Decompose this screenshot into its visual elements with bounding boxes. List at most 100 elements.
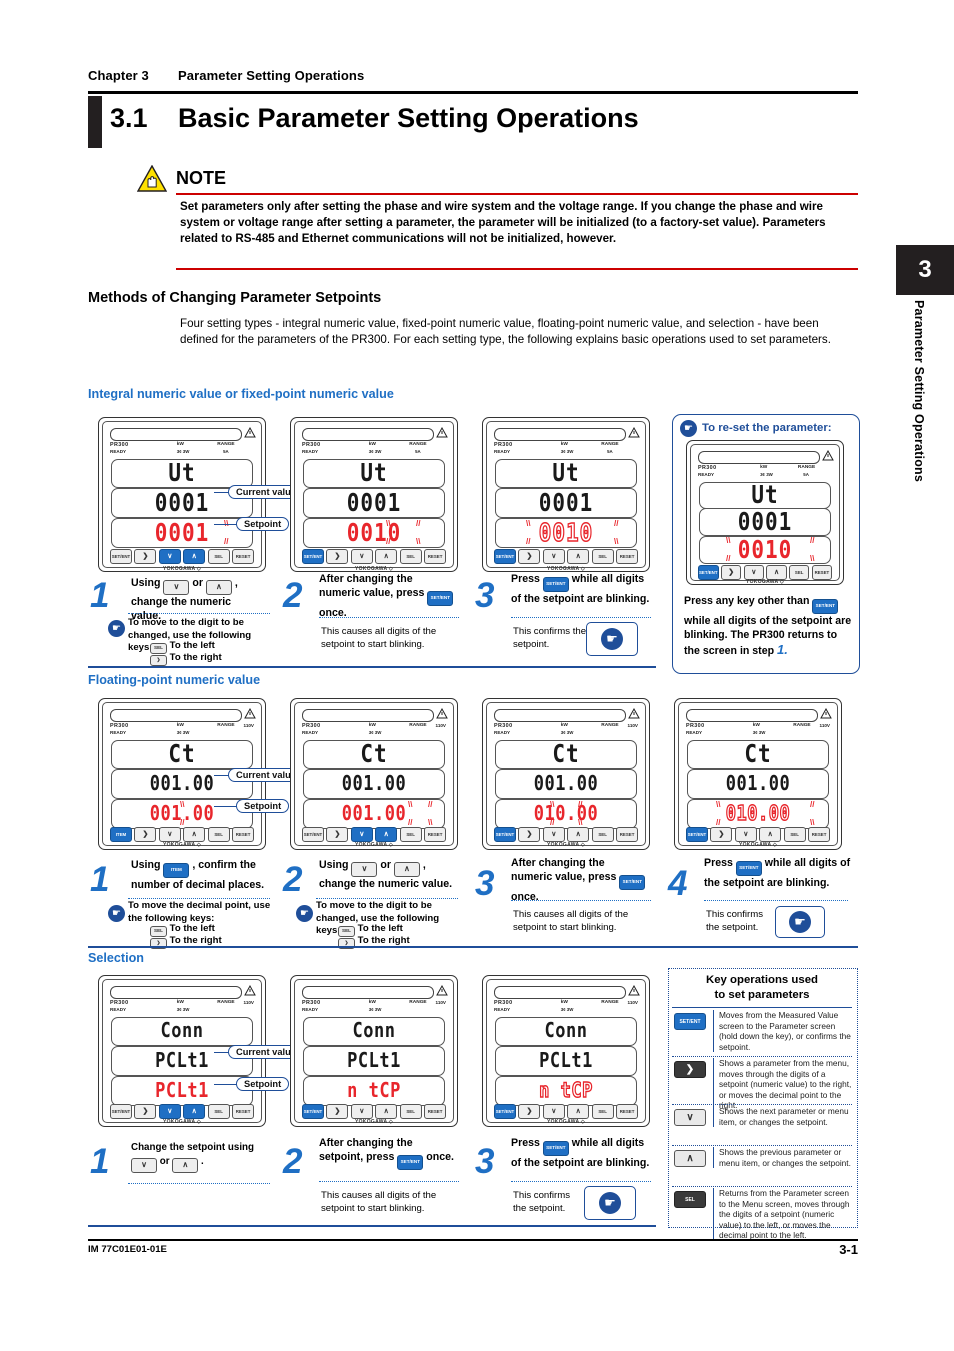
- key-sel[interactable]: SEL: [399, 549, 422, 564]
- device-keypad[interactable]: SET/ENT ❯ ∨ ∧ SEL RESET: [686, 827, 831, 842]
- key-reset[interactable]: RESET: [616, 549, 639, 564]
- key-reset[interactable]: RESET: [616, 827, 639, 842]
- key-set-ent[interactable]: SET/ENT: [110, 1104, 132, 1119]
- annunciator-bar: PR300 READY kW 3¢ 3W RANGE 5A: [302, 442, 427, 454]
- key-item-icon[interactable]: ITEM: [163, 863, 190, 878]
- key-up-icon[interactable]: ∧: [674, 1150, 706, 1167]
- key-down[interactable]: ∨: [743, 565, 764, 580]
- key-set-ent-icon[interactable]: SET/ENT: [427, 591, 454, 607]
- step-divider-s1: [128, 1183, 270, 1184]
- key-set-ent-icon[interactable]: SET/ENT: [542, 1141, 569, 1156]
- key-down-icon[interactable]: ∨: [163, 580, 190, 595]
- device-keypad[interactable]: SET/ENT ❯ ∨ ∧ SEL RESET: [302, 549, 447, 564]
- key-set-ent[interactable]: SET/ENT: [698, 565, 719, 580]
- key-right[interactable]: ❯: [134, 549, 157, 564]
- key-reset[interactable]: RESET: [808, 827, 831, 842]
- key-up[interactable]: ∧: [375, 549, 398, 564]
- key-down[interactable]: ∨: [542, 827, 565, 842]
- key-sel[interactable]: SEL: [207, 827, 230, 842]
- device-keypad[interactable]: SET/ENT ❯ ∨ ∧ SEL RESET: [302, 827, 447, 842]
- key-set-ent-icon[interactable]: SET/ENT: [542, 577, 569, 592]
- key-right[interactable]: ❯: [518, 827, 541, 842]
- key-up[interactable]: ∧: [759, 827, 782, 842]
- key-up[interactable]: ∧: [567, 827, 590, 842]
- key-up[interactable]: ∧: [567, 549, 590, 564]
- key-reset[interactable]: RESET: [811, 565, 832, 580]
- key-down[interactable]: ∨: [542, 1104, 565, 1119]
- key-reset[interactable]: RESET: [232, 549, 255, 564]
- key-down-icon[interactable]: ∨: [351, 862, 378, 877]
- key-set-ent[interactable]: SET/ENT: [110, 549, 132, 564]
- key-set-ent[interactable]: SET/ENT: [494, 1104, 516, 1119]
- key-sel[interactable]: SEL: [591, 549, 614, 564]
- key-set-ent[interactable]: ITEM: [110, 827, 132, 842]
- device-keypad[interactable]: ITEM ❯ ∨ ∧ SEL RESET: [110, 827, 255, 842]
- key-right[interactable]: ❯: [134, 1104, 157, 1119]
- key-sel[interactable]: SEL: [789, 565, 810, 580]
- key-right[interactable]: ❯: [518, 549, 541, 564]
- device-keypad[interactable]: SET/ENT ❯ ∨ ∧ SEL RESET: [494, 827, 639, 842]
- key-sel[interactable]: SEL: [207, 549, 230, 564]
- key-set-ent-icon[interactable]: SET/ENT: [674, 1013, 706, 1030]
- key-up-icon[interactable]: ∧: [393, 862, 420, 877]
- key-up[interactable]: ∧: [375, 827, 398, 842]
- key-sel[interactable]: SEL: [783, 827, 806, 842]
- key-set-ent-icon[interactable]: SET/ENT: [735, 861, 762, 876]
- key-right[interactable]: ❯: [134, 827, 157, 842]
- key-down[interactable]: ∨: [734, 827, 757, 842]
- key-sel[interactable]: SEL: [399, 1104, 422, 1119]
- key-right-icon[interactable]: ❯: [150, 655, 167, 666]
- device-keypad[interactable]: SET/ENT ❯ ∨ ∧ SEL RESET: [494, 549, 639, 564]
- device-keypad[interactable]: SET/ENT ❯ ∨ ∧ SEL RESET: [494, 1104, 639, 1119]
- key-reset[interactable]: RESET: [424, 827, 447, 842]
- key-right[interactable]: ❯: [721, 565, 742, 580]
- key-set-ent[interactable]: SET/ENT: [494, 827, 516, 842]
- key-right[interactable]: ❯: [326, 827, 349, 842]
- key-up-icon[interactable]: ∧: [205, 580, 232, 595]
- key-set-ent[interactable]: SET/ENT: [302, 1104, 324, 1119]
- device-keypad[interactable]: SET/ENT ❯ ∨ ∧ SEL RESET: [110, 1104, 255, 1119]
- warning-triangle-icon: [244, 985, 256, 996]
- key-reset[interactable]: RESET: [424, 549, 447, 564]
- key-down[interactable]: ∨: [542, 549, 565, 564]
- key-set-ent[interactable]: SET/ENT: [302, 549, 324, 564]
- device-keypad[interactable]: SET/ENT ❯ ∨ ∧ SEL RESET: [698, 565, 832, 580]
- key-reset[interactable]: RESET: [424, 1104, 447, 1119]
- key-set-ent[interactable]: SET/ENT: [494, 549, 516, 564]
- key-set-ent-icon[interactable]: SET/ENT: [619, 875, 646, 891]
- key-up[interactable]: ∧: [375, 1104, 398, 1119]
- key-up[interactable]: ∧: [183, 1104, 206, 1119]
- key-set-ent[interactable]: SET/ENT: [686, 827, 708, 842]
- key-up[interactable]: ∧: [567, 1104, 590, 1119]
- key-set-ent-icon[interactable]: SET/ENT: [397, 1155, 424, 1171]
- device-keypad[interactable]: SET/ENT ❯ ∨ ∧ SEL RESET: [302, 1104, 447, 1119]
- key-down[interactable]: ∨: [158, 827, 181, 842]
- key-right[interactable]: ❯: [518, 1104, 541, 1119]
- key-down-icon[interactable]: ∨: [674, 1109, 706, 1126]
- key-down[interactable]: ∨: [350, 549, 373, 564]
- key-set-ent[interactable]: SET/ENT: [302, 827, 324, 842]
- key-set-ent-icon[interactable]: SET/ENT: [812, 599, 839, 614]
- key-right-icon[interactable]: ❯: [674, 1061, 706, 1078]
- key-up-icon[interactable]: ∧: [172, 1158, 199, 1174]
- key-sel[interactable]: SEL: [591, 827, 614, 842]
- key-up[interactable]: ∧: [766, 565, 787, 580]
- key-reset[interactable]: RESET: [616, 1104, 639, 1119]
- key-reset[interactable]: RESET: [232, 1104, 255, 1119]
- key-right[interactable]: ❯: [326, 549, 349, 564]
- key-down[interactable]: ∨: [158, 549, 181, 564]
- key-right[interactable]: ❯: [710, 827, 733, 842]
- key-down[interactable]: ∨: [350, 827, 373, 842]
- key-sel[interactable]: SEL: [591, 1104, 614, 1119]
- key-sel[interactable]: SEL: [399, 827, 422, 842]
- key-down-icon[interactable]: ∨: [131, 1158, 157, 1174]
- key-reset[interactable]: RESET: [232, 827, 255, 842]
- key-down[interactable]: ∨: [350, 1104, 373, 1119]
- key-sel[interactable]: SEL: [207, 1104, 230, 1119]
- key-up[interactable]: ∧: [183, 549, 206, 564]
- key-sel-icon[interactable]: SEL: [674, 1191, 706, 1208]
- device-keypad[interactable]: SET/ENT ❯ ∨ ∧ SEL RESET: [110, 549, 255, 564]
- key-up[interactable]: ∧: [183, 827, 206, 842]
- key-right[interactable]: ❯: [326, 1104, 349, 1119]
- key-down[interactable]: ∨: [158, 1104, 181, 1119]
